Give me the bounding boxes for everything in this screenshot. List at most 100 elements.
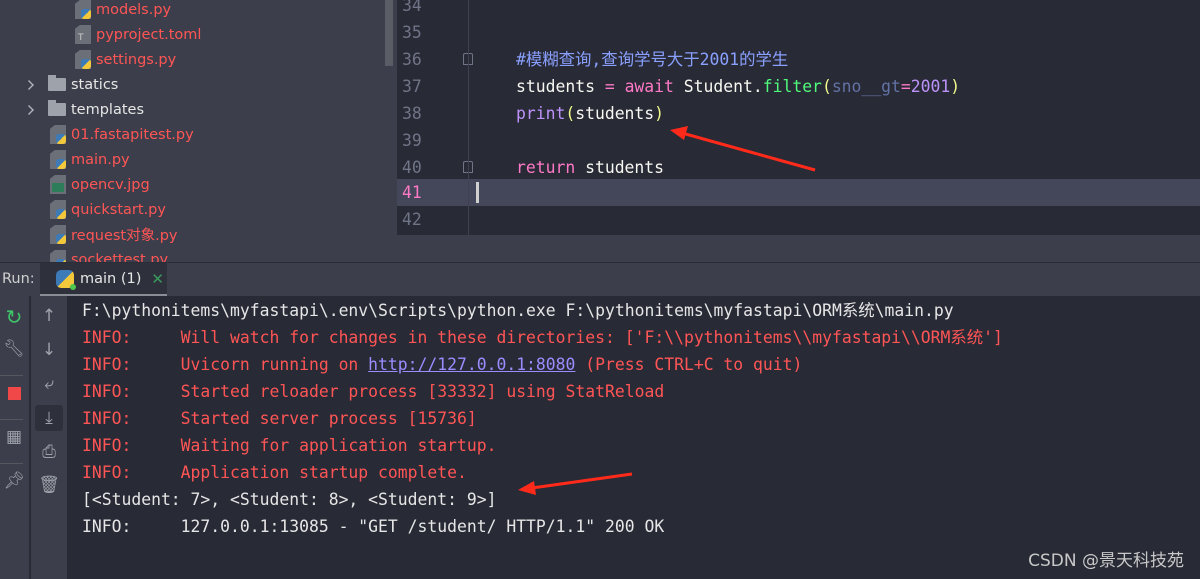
tree-file[interactable]: 01.fastapitest.py — [50, 122, 194, 147]
tree-item-label: settings.py — [96, 51, 177, 68]
wrench-icon[interactable]: 🔧︎ — [0, 336, 28, 362]
project-scrollbar[interactable] — [385, 0, 393, 66]
chevron-right-icon[interactable] — [24, 104, 34, 115]
console-line: F:\pythonitems\myfastapi\.env\Scripts\py… — [82, 301, 954, 320]
line-number: 42 — [402, 210, 422, 229]
tree-file[interactable]: models.py — [75, 0, 171, 22]
code-token: filter — [762, 77, 822, 96]
code-token: return — [516, 158, 576, 177]
python-file-icon — [75, 50, 91, 69]
run-toolbar: Run: main (1) ✕ — [0, 262, 1200, 297]
console-line: INFO: Application startup complete. — [82, 463, 467, 482]
python-file-icon — [50, 250, 66, 262]
console-line: INFO: Started server process [15736] — [82, 409, 477, 428]
code-token: ( — [821, 77, 832, 96]
console-output[interactable]: F:\pythonitems\myfastapi\.env\Scripts\py… — [67, 296, 1200, 579]
python-icon — [56, 269, 76, 290]
console-toolbar: ↑ ↓ ⤶ ⤓ ⎙ 🗑︎ — [31, 296, 67, 579]
print-icon[interactable]: ⎙ — [35, 439, 63, 465]
console-line: INFO: Waiting for application startup. — [82, 436, 497, 455]
code-token: print — [516, 104, 566, 123]
python-file-icon — [75, 0, 91, 19]
panel-splitter[interactable] — [397, 235, 1200, 262]
text-caret — [476, 182, 479, 203]
code-line: 37 students = await Student.filter(sno__g… — [397, 73, 1200, 100]
tree-item-label: templates — [71, 101, 145, 118]
code-token: await — [624, 77, 674, 96]
run-tab-main[interactable]: main (1) ✕ — [40, 263, 167, 297]
console-line: INFO: 127.0.0.1:13085 - "GET /student/ H… — [82, 517, 665, 536]
line-number: 40 — [402, 158, 422, 177]
line-number: 37 — [402, 77, 422, 96]
code-line: 42 — [397, 206, 1200, 233]
close-icon[interactable]: ✕ — [151, 270, 164, 288]
tree-item-label: quickstart.py — [71, 201, 166, 218]
toml-file-icon — [75, 25, 91, 44]
code-token: 2001 — [910, 77, 951, 96]
tree-file[interactable]: main.py — [50, 147, 130, 172]
code-token: Student. — [673, 77, 763, 96]
code-token: students — [516, 77, 595, 96]
console-text: INFO: Uvicorn running on — [82, 355, 369, 374]
code-line: 34 — [397, 0, 1200, 19]
tree-folder[interactable]: templates — [24, 97, 145, 122]
tree-file[interactable]: pyproject.toml — [75, 22, 201, 47]
trash-icon[interactable]: 🗑︎ — [35, 472, 63, 498]
folder-icon — [48, 75, 66, 91]
soft-wrap-icon[interactable]: ⤶ — [35, 371, 63, 397]
code-line: 35 — [397, 19, 1200, 46]
line-number: 38 — [402, 104, 422, 123]
rerun-icon[interactable]: ↻ — [0, 304, 28, 330]
code-line: 36 #模糊查询,查询学号大于2001的学生 — [397, 46, 1200, 73]
tree-item-label: models.py — [96, 1, 172, 18]
console-line: INFO: Will watch for changes in these di… — [82, 328, 1003, 347]
tree-file[interactable]: settings.py — [75, 47, 176, 72]
code-text: return students — [516, 154, 664, 181]
line-number: 39 — [402, 131, 422, 150]
tree-file[interactable]: opencv.jpg — [50, 172, 150, 197]
tree-file[interactable]: quickstart.py — [50, 197, 166, 222]
run-actions-toolbar: ↻ 🔧︎ ▦ 📌︎ — [0, 296, 30, 579]
tree-file[interactable]: sockettest.py — [50, 247, 168, 262]
chevron-right-icon[interactable] — [24, 79, 34, 90]
code-token: = — [594, 77, 625, 96]
python-file-icon — [50, 200, 66, 219]
tree-item-label: opencv.jpg — [71, 176, 150, 193]
line-number: 36 — [402, 50, 422, 69]
tree-file[interactable]: request对象.py — [50, 222, 178, 247]
toolbar-divider — [0, 375, 23, 376]
code-token: ( — [565, 104, 576, 123]
scroll-to-end-icon[interactable]: ⤓ — [35, 405, 63, 431]
code-text: students = await Student.filter(sno__gt=… — [516, 73, 960, 100]
console-line: INFO: Uvicorn running on http://127.0.0.… — [82, 351, 802, 378]
gutter-divider — [468, 0, 469, 235]
layout-icon[interactable]: ▦ — [0, 424, 28, 450]
code-token: students — [575, 158, 665, 177]
run-tab-label: main (1) — [80, 270, 142, 287]
line-number: 34 — [402, 0, 422, 15]
watermark: CSDN @景天科技苑 — [1028, 551, 1184, 571]
folder-icon — [48, 100, 66, 116]
tree-item-label: pyproject.toml — [96, 26, 202, 43]
image-file-icon — [50, 175, 66, 194]
server-url-link[interactable]: http://127.0.0.1:8080 — [368, 355, 575, 374]
code-token: students — [575, 104, 655, 123]
arrow-down-icon[interactable]: ↓ — [35, 337, 63, 363]
code-token: ) — [654, 104, 665, 123]
tree-item-label: statics — [71, 76, 119, 93]
python-file-icon — [50, 125, 66, 144]
code-editor[interactable]: 34 35 36 #模糊查询,查询学号大于2001的学生 37 students =… — [397, 0, 1200, 235]
arrow-up-icon[interactable]: ↑ — [35, 303, 63, 329]
code-token: sno__gt — [831, 77, 901, 96]
tree-item-label: main.py — [71, 151, 130, 168]
stop-icon[interactable] — [0, 380, 28, 406]
toolbar-divider — [0, 419, 23, 420]
console-text: (Press CTRL+C to quit) — [575, 355, 803, 374]
tree-folder[interactable]: statics — [24, 72, 119, 97]
pin-icon[interactable]: 📌︎ — [0, 468, 28, 494]
run-label: Run: — [2, 271, 35, 287]
code-line: 39 — [397, 127, 1200, 154]
code-token: ) — [950, 77, 961, 96]
current-code-line: 41 — [397, 179, 1200, 206]
console-line: [<Student: 7>, <Student: 8>, <Student: 9… — [82, 490, 497, 509]
